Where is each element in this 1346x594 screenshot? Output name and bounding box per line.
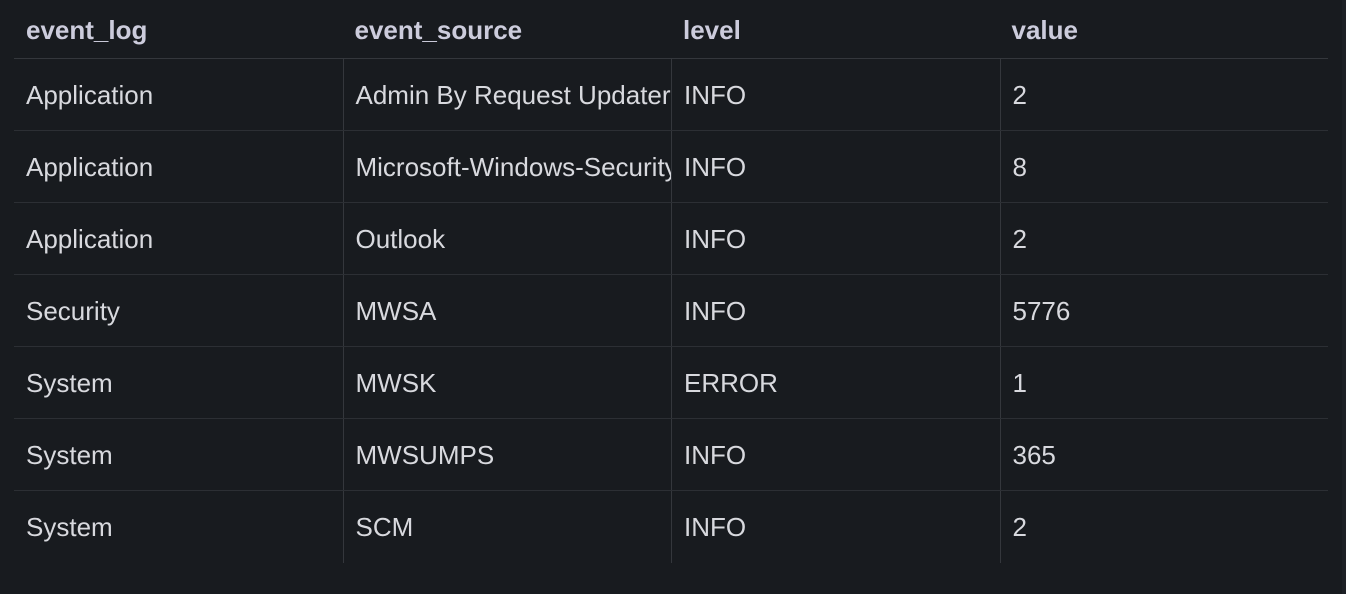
cell-value: 2 xyxy=(999,59,1329,130)
cell-level: INFO xyxy=(671,419,1000,490)
table-row: Application Microsoft-Windows-Security-S… xyxy=(14,131,1328,203)
table-row: Application Admin By Request Updater INF… xyxy=(14,59,1328,131)
column-header-event-log[interactable]: event_log xyxy=(14,0,343,58)
cell-value: 2 xyxy=(999,203,1329,274)
table-header-row: event_log event_source level value xyxy=(14,0,1328,59)
cell-value: 2 xyxy=(999,491,1329,563)
cell-event-log: Application xyxy=(26,224,154,254)
column-header-value[interactable]: value xyxy=(1000,0,1329,58)
cell-event-source: MWSK xyxy=(342,347,672,418)
column-header-event-source[interactable]: event_source xyxy=(343,0,672,58)
table-row: Security MWSA INFO 5776 xyxy=(14,275,1328,347)
cell-event-log: Application xyxy=(26,80,154,110)
cell-event-source: MWSA xyxy=(342,275,672,346)
cell-event-source: Microsoft-Windows-Security-SPP xyxy=(342,131,671,202)
cell-value: 5776 xyxy=(999,275,1329,346)
cell-value: 8 xyxy=(999,131,1329,202)
cell-event-source: SCM xyxy=(342,491,672,563)
cell-level: ERROR xyxy=(671,347,1000,418)
cell-event-log: Security xyxy=(26,296,120,326)
cell-level: INFO xyxy=(671,203,1000,274)
table-panel: event_log event_source level value Appli… xyxy=(14,0,1328,564)
table-row: System MWSUMPS INFO 365 xyxy=(14,419,1328,491)
cell-event-log: System xyxy=(26,368,113,398)
cell-level: INFO xyxy=(671,131,1000,202)
column-header-level[interactable]: level xyxy=(671,0,1000,58)
cell-value: 1 xyxy=(999,347,1329,418)
table-row: Application Outlook INFO 2 xyxy=(14,203,1328,275)
panel-edge-scrollbar[interactable] xyxy=(1342,0,1346,594)
table-row: System MWSK ERROR 1 xyxy=(14,347,1328,419)
cell-event-source: Outlook xyxy=(342,203,672,274)
cell-level: INFO xyxy=(671,491,1000,563)
cell-level: INFO xyxy=(671,275,1000,346)
cell-event-log: Application xyxy=(26,152,154,182)
table-body: Application Admin By Request Updater INF… xyxy=(14,59,1328,563)
cell-value: 365 xyxy=(999,419,1329,490)
cell-event-source: MWSUMPS xyxy=(342,419,672,490)
cell-level: INFO xyxy=(671,59,1000,130)
table-row: System SCM INFO 2 xyxy=(14,491,1328,563)
cell-event-source: Admin By Request Updater xyxy=(342,59,672,130)
cell-event-log: System xyxy=(26,512,113,542)
cell-event-log: System xyxy=(26,440,113,470)
